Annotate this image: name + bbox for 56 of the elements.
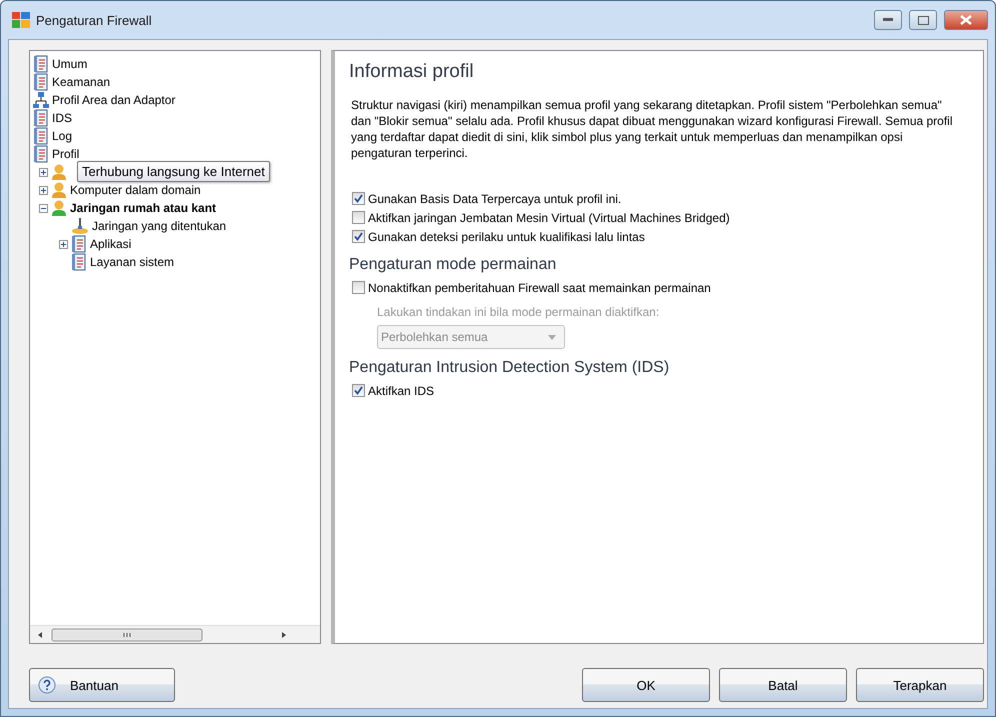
tooltip: Terhubung langsung ke Internet <box>77 161 270 182</box>
document-icon <box>33 109 49 127</box>
collapse-toggle-icon[interactable] <box>39 204 48 212</box>
tree-item[interactable]: IDS <box>52 111 72 125</box>
section-title: Pengaturan Intrusion Detection System (IDS) <box>349 359 670 377</box>
tree-item[interactable]: Umum <box>52 57 88 71</box>
network-pin-icon <box>71 217 89 235</box>
checkbox-label: Gunakan deteksi perilaku untuk kualifikasi lalu lintas <box>368 230 645 244</box>
close-icon <box>960 15 972 25</box>
checkbox-label: Gunakan Basis Data Terpercaya untuk profil ini. <box>368 192 622 206</box>
tree-item[interactable]: Komputer dalam domain <box>70 183 201 197</box>
minimize-icon <box>883 18 893 22</box>
window-title: Pengaturan Firewall <box>36 12 153 28</box>
document-icon <box>33 145 49 163</box>
tree-item[interactable]: Keamanan <box>52 75 110 89</box>
tree-item[interactable]: Jaringan rumah atau kant <box>70 201 216 215</box>
document-icon <box>33 55 49 73</box>
help-icon <box>38 676 56 694</box>
help-button[interactable]: Bantuan <box>29 668 175 702</box>
document-icon <box>33 127 49 145</box>
document-icon <box>71 253 87 271</box>
field-label: Lakukan tindakan ini bila mode permainan diaktifkan: <box>377 305 660 319</box>
panel-title: Informasi profil <box>349 61 475 83</box>
close-button[interactable] <box>944 10 988 30</box>
checkbox[interactable] <box>352 192 365 205</box>
app-logo-icon <box>12 12 30 28</box>
expand-toggle-icon[interactable] <box>39 186 48 194</box>
minimize-button[interactable] <box>874 10 902 30</box>
person-icon <box>51 163 67 181</box>
checkbox-label: Nonaktifkan pemberitahuan Firewall saat memainkan permainan <box>368 280 711 294</box>
dialog-button[interactable]: OK <box>582 668 710 702</box>
tree-item[interactable]: Profil <box>52 147 80 161</box>
tree-item[interactable]: Log <box>52 129 72 143</box>
dialog-button[interactable]: Batal <box>719 668 847 702</box>
dropdown-caret-icon <box>548 334 556 340</box>
dialog-button[interactable]: Terapkan <box>856 668 984 702</box>
document-icon <box>71 235 87 253</box>
section-title: Pengaturan mode permainan <box>349 256 558 274</box>
maximize-button[interactable] <box>909 10 937 30</box>
tree-item[interactable]: Profil Area dan Adaptor <box>52 93 176 107</box>
person-icon <box>51 181 67 199</box>
document-icon <box>33 73 49 91</box>
expand-toggle-icon[interactable] <box>59 240 68 248</box>
checkbox[interactable] <box>352 230 365 243</box>
expand-toggle-icon[interactable] <box>39 168 48 176</box>
checkbox[interactable] <box>352 384 365 397</box>
checkbox[interactable] <box>352 211 365 224</box>
description: Struktur navigasi (kiri) menampilkan semua profil yang sekarang ditetapkan. Profil sistem "Perbolehkan semua" dan "Blokir semua" selalu ada. Profil khusus dapat dibuat menggunakan wizard konfigurasi Firewall. Semua profil yang terdaftar dapat diedit di sini, klik simbol plus yang terkait untuk memperluas dan menampilkan opsi pengaturan terperinci. <box>351 97 954 161</box>
tree-item[interactable]: Aplikasi <box>90 237 132 251</box>
checkbox-label: Aktifkan IDS <box>368 384 434 398</box>
network-icon <box>33 91 49 109</box>
tree-item[interactable]: Layanan sistem <box>90 255 174 269</box>
checkbox-label: Aktifkan jaringan Jembatan Mesin Virtual (Virtual Machines Bridged) <box>368 210 730 224</box>
person-icon <box>51 199 67 217</box>
maximize-icon <box>918 16 928 24</box>
tree-item[interactable]: Jaringan yang ditentukan <box>92 219 226 233</box>
